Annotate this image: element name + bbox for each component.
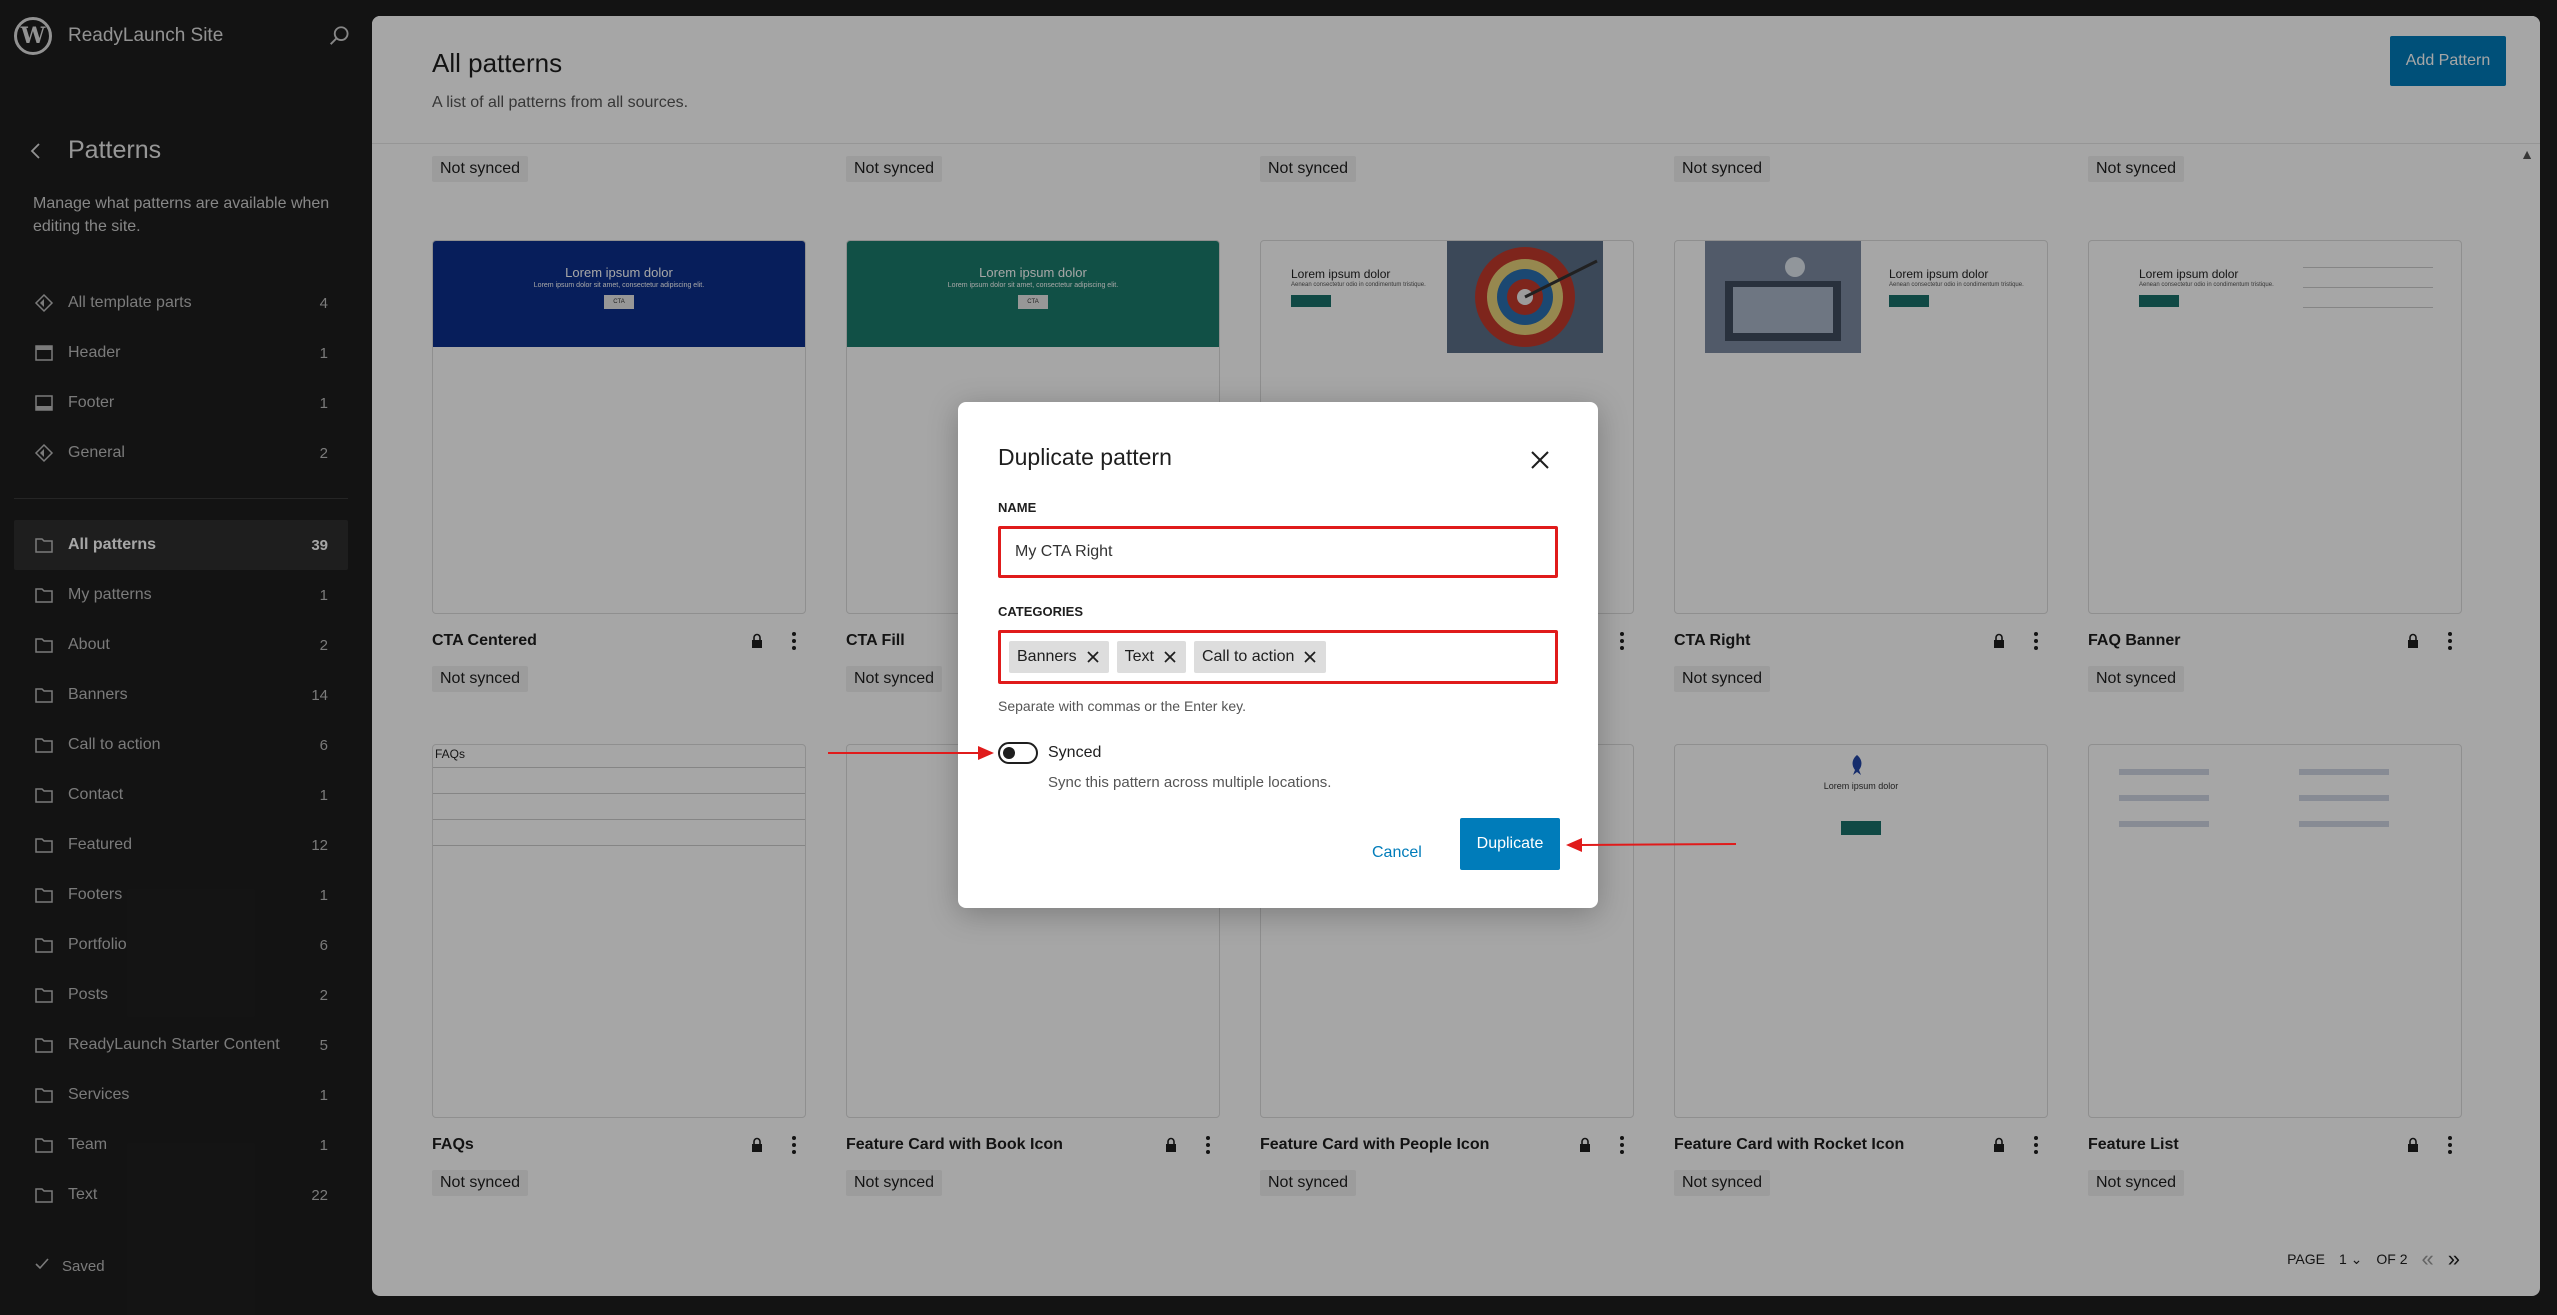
duplicate-pattern-modal: Duplicate pattern NAME My CTA Right CATE… [958, 402, 1598, 908]
synced-help: Sync this pattern across multiple locati… [1048, 774, 1332, 791]
categories-token-field[interactable]: Banners Text Call to action [998, 630, 1558, 684]
cancel-button[interactable]: Cancel [1372, 828, 1422, 878]
synced-toggle-row: Synced [998, 742, 1101, 764]
modal-title: Duplicate pattern [998, 444, 1172, 470]
remove-token-icon[interactable] [1085, 649, 1101, 665]
pattern-name-input[interactable]: My CTA Right [998, 526, 1558, 578]
close-icon[interactable] [1526, 446, 1554, 474]
category-token: Text [1116, 641, 1186, 673]
synced-label: Synced [1048, 744, 1102, 761]
annotation-arrow-icon [1566, 838, 1737, 852]
categories-help: Separate with commas or the Enter key. [998, 698, 1246, 714]
duplicate-button[interactable]: Duplicate [1460, 818, 1560, 870]
token-label: Banners [1017, 648, 1077, 665]
remove-token-icon[interactable] [1302, 649, 1318, 665]
toggle-knob [1003, 747, 1015, 759]
token-label: Text [1124, 648, 1154, 665]
synced-toggle[interactable] [998, 742, 1038, 764]
name-label: NAME [998, 500, 1037, 515]
remove-token-icon[interactable] [1162, 649, 1178, 665]
annotation-arrow-icon [828, 746, 994, 760]
category-token: Call to action [1193, 641, 1327, 673]
category-token: Banners [1009, 641, 1109, 673]
categories-label: CATEGORIES [998, 604, 1083, 619]
token-label: Call to action [1201, 648, 1295, 665]
